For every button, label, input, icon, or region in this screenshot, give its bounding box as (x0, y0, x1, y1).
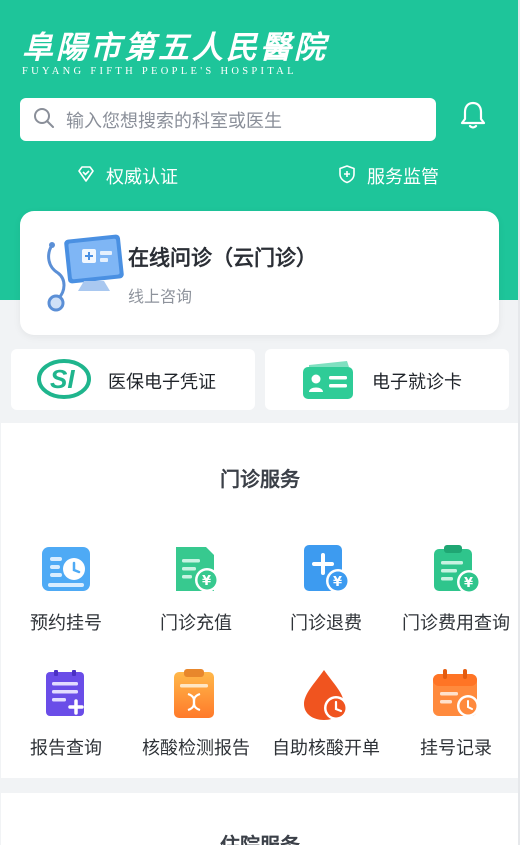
service-label: 自助核酸开单 (272, 738, 380, 759)
inpatient-panel: 住院服务 (1, 793, 519, 845)
svg-text:¥: ¥ (202, 574, 211, 589)
service-label: 核酸检测报告 (142, 738, 250, 759)
authority-label: 权威认证 (106, 167, 178, 188)
service-item-appointment[interactable]: 预约挂号 (1, 543, 131, 643)
drop-clock-icon (300, 668, 352, 720)
search-icon (32, 106, 56, 134)
diamond-check-icon (76, 164, 106, 189)
hospital-logo-title: 阜陽市第五人民醫院 (22, 30, 328, 66)
outpatient-panel: 门诊服务 预约挂号 ¥ 门诊充值 ¥ 门诊退费 ¥ 门诊费用查询 报告查询 核酸… (1, 423, 519, 778)
online-consult-card[interactable]: 在线问诊（云门诊） 线上咨询 (20, 211, 499, 335)
consult-title: 在线问诊（云门诊） (128, 246, 317, 270)
bell-icon[interactable] (456, 98, 490, 132)
document-yuan-icon: ¥ (170, 543, 222, 595)
service-item-self-order[interactable]: 自助核酸开单 (261, 668, 391, 768)
shield-plus-icon (337, 164, 367, 189)
page: 阜陽市第五人民醫院 FUYANG FIFTH PEOPLE'S HOSPITAL… (0, 0, 520, 845)
inpatient-title: 住院服务 (220, 833, 300, 845)
search-input[interactable]: 输入您想搜索的科室或医生 (66, 107, 282, 133)
electronic-card[interactable]: 电子就诊卡 (265, 349, 509, 410)
service-label: 报告查询 (30, 738, 102, 759)
calendar-clock-icon (40, 543, 92, 595)
service-label: 挂号记录 (420, 738, 492, 759)
ecard-label: 电子就诊卡 (372, 372, 462, 393)
service-item-register-record[interactable]: 挂号记录 (391, 668, 520, 768)
medical-insurance-card[interactable]: SI 医保电子凭证 (11, 349, 255, 410)
service-item-nucleic-report[interactable]: 核酸检测报告 (131, 668, 261, 768)
outpatient-title: 门诊服务 (220, 467, 300, 491)
service-label: 门诊充值 (160, 613, 232, 634)
service-item-refund[interactable]: ¥ 门诊退费 (261, 543, 391, 643)
service-supervision[interactable]: 服务监管 (337, 161, 439, 191)
service-label: 预约挂号 (30, 613, 102, 634)
service-item-recharge[interactable]: ¥ 门诊充值 (131, 543, 261, 643)
medical-insurance-logo-icon: SI (37, 358, 91, 404)
svg-text:SI: SI (50, 364, 75, 394)
supervision-label: 服务监管 (367, 167, 439, 188)
svg-text:¥: ¥ (464, 576, 473, 591)
insurance-label: 医保电子凭证 (108, 372, 216, 393)
service-item-report-query[interactable]: 报告查询 (1, 668, 131, 768)
consult-subtitle: 线上咨询 (128, 287, 193, 306)
id-card-icon (301, 359, 355, 405)
service-label: 门诊费用查询 (402, 613, 510, 634)
clipboard-yuan-icon: ¥ (430, 543, 482, 595)
monitor-stethoscope-icon (38, 233, 134, 313)
search-bar[interactable]: 输入您想搜索的科室或医生 (20, 98, 436, 141)
report-plus-icon (40, 668, 92, 720)
plus-yuan-icon: ¥ (300, 543, 352, 595)
service-label: 门诊退费 (290, 613, 362, 634)
hospital-logo-subtitle: FUYANG FIFTH PEOPLE'S HOSPITAL (22, 66, 297, 77)
svg-text:¥: ¥ (333, 575, 342, 590)
service-item-fee-query[interactable]: ¥ 门诊费用查询 (391, 543, 520, 643)
clipboard-dna-icon (170, 668, 222, 720)
authority-certification[interactable]: 权威认证 (76, 161, 178, 191)
calendar-clock-icon (430, 668, 482, 720)
